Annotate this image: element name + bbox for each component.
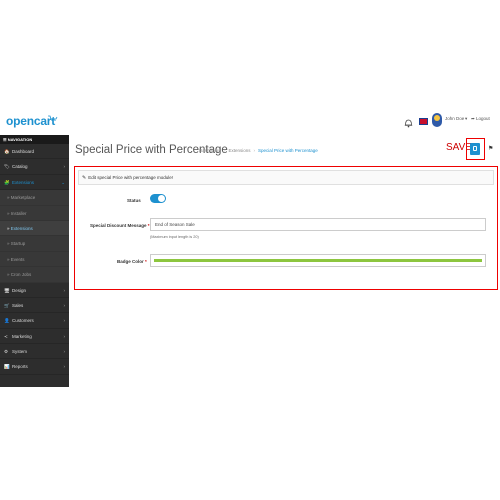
sidebar-item-label: Cron Jobs (10, 272, 32, 278)
breadcrumb-dashboard[interactable]: Dashboard (199, 148, 221, 153)
sidebar-item-marketing[interactable]: ≺ Marketing › (0, 329, 69, 345)
sidebar-item-label: Customers (12, 318, 34, 324)
save-highlight-box (466, 138, 485, 160)
sidebar-item-sales[interactable]: 🛒 Sales › (0, 298, 69, 314)
flag-icon[interactable]: ⚑ (488, 145, 493, 152)
chevron-right-icon: › (63, 349, 66, 355)
sidebar-item-label: Installer (10, 210, 27, 216)
sidebar-item-label: Extensions (12, 179, 35, 185)
breadcrumb: Dashboard › Extensions › Special Price with … (199, 148, 318, 153)
sidebar-subitem-startup[interactable]: » Startup (0, 236, 69, 252)
cart-icon: 🛒 (4, 302, 10, 308)
badge-color-label-text: Badge Color (117, 259, 144, 264)
panel-heading: ✎ Edit special Price with percentage modu… (78, 170, 494, 185)
app-frame: opencart John Doe ▾ ➦ Logout ☰ NAVIGATIO… (0, 107, 500, 387)
bar-chart-icon: 📊 (4, 364, 10, 370)
breadcrumb-current[interactable]: Special Price with Percentage (258, 148, 318, 153)
message-label: Special Discount Message * (90, 223, 150, 228)
main-content: Special Price with Percentage Dashboard ›… (69, 135, 500, 387)
share-icon: ≺ (4, 333, 8, 339)
logout-link[interactable]: ➦ Logout (471, 116, 490, 122)
discount-message-input[interactable]: End of Season Sale (150, 218, 486, 231)
logo-cart-icon (48, 113, 58, 123)
monitor-icon: 🖥 (4, 287, 10, 293)
sidebar-item-label: Events (10, 256, 25, 262)
pencil-icon: ✎ (82, 175, 87, 181)
sidebar-item-reports[interactable]: 📊 Reports › (0, 359, 69, 375)
double-angle-icon: » (7, 272, 10, 278)
sidebar-subitem-marketplace[interactable]: » Marketplace (0, 190, 69, 206)
tag-icon: 🏷 (4, 164, 10, 170)
chevron-right-icon: › (63, 164, 66, 170)
badge-color-label: Badge Color * (117, 259, 147, 264)
sidebar-item-dashboard[interactable]: 🏠 Dashboard (0, 144, 69, 160)
double-angle-icon: » (7, 241, 10, 247)
double-angle-icon: » (7, 210, 10, 216)
required-mark: * (145, 259, 147, 264)
sidebar-subitem-events[interactable]: » Events (0, 251, 69, 268)
settings-panel-highlight: ✎ Edit special Price with percentage modu… (74, 166, 498, 290)
sidebar-item-label: Dashboard (12, 149, 35, 154)
double-angle-icon: » (7, 225, 10, 231)
badge-color-swatch (154, 259, 482, 262)
sidebar: ☰ NAVIGATION 🏠 Dashboard 🏷 Catalog › 🧩 Exte… (0, 135, 69, 387)
double-angle-icon: » (7, 195, 10, 201)
home-icon: 🏠 (4, 149, 10, 154)
user-name[interactable]: John Doe (445, 116, 464, 121)
sidebar-item-label: Extensions (10, 225, 33, 231)
sidebar-item-label: Marketplace (10, 195, 36, 201)
puzzle-icon: 🧩 (4, 179, 10, 185)
chevron-right-icon: › (63, 287, 66, 293)
sidebar-item-label: Reports (12, 364, 28, 370)
sidebar-item-design[interactable]: 🖥 Design › (0, 283, 69, 298)
avatar[interactable] (432, 113, 442, 127)
gear-icon: ⚙ (4, 349, 9, 355)
sidebar-item-label: Design (12, 287, 27, 293)
sidebar-item-extensions[interactable]: 🧩 Extensions ⌄ (0, 174, 69, 191)
bell-icon[interactable] (404, 115, 413, 128)
breadcrumb-extensions[interactable]: Extensions (229, 148, 251, 153)
sidebar-item-catalog[interactable]: 🏷 Catalog › (0, 159, 69, 175)
save-button[interactable] (470, 143, 480, 155)
sidebar-item-label: System (12, 349, 28, 355)
sidebar-item-label: Sales (12, 302, 24, 308)
chevron-right-icon: › (63, 302, 66, 308)
top-header: opencart John Doe ▾ ➦ Logout (0, 107, 500, 136)
chevron-right-icon: › (63, 333, 66, 339)
chevron-down-icon[interactable]: ▾ (465, 116, 467, 122)
message-help-text: (Maximum input length is 20) (150, 235, 199, 239)
sidebar-item-system[interactable]: ⚙ System › (0, 344, 69, 360)
sidebar-heading: ☰ NAVIGATION (0, 135, 69, 144)
double-angle-icon: » (7, 256, 10, 262)
sidebar-subitem-cron-jobs[interactable]: » Cron Jobs (0, 267, 69, 283)
breadcrumb-separator: › (253, 148, 256, 153)
chevron-right-icon: › (63, 364, 66, 370)
status-toggle[interactable] (150, 194, 166, 203)
sidebar-item-label: Startup (10, 241, 26, 247)
sidebar-subitem-installer[interactable]: » Installer (0, 205, 69, 221)
chevron-right-icon: › (63, 318, 66, 324)
message-label-text: Special Discount Message (90, 223, 147, 228)
status-label: Status (127, 198, 141, 203)
chevron-down-icon: ⌄ (61, 179, 65, 185)
breadcrumb-separator: › (224, 148, 226, 153)
badge-color-input[interactable] (150, 254, 486, 267)
sidebar-item-label: Marketing (12, 333, 32, 339)
sidebar-subitem-extensions[interactable]: » Extensions (0, 220, 69, 237)
language-flag-icon[interactable] (419, 118, 428, 125)
sidebar-item-label: Catalog (12, 164, 28, 170)
user-icon: 👤 (4, 318, 10, 324)
sidebar-item-customers[interactable]: 👤 Customers › (0, 313, 69, 329)
panel-heading-text: Edit special Price with percentage modul… (88, 175, 173, 180)
